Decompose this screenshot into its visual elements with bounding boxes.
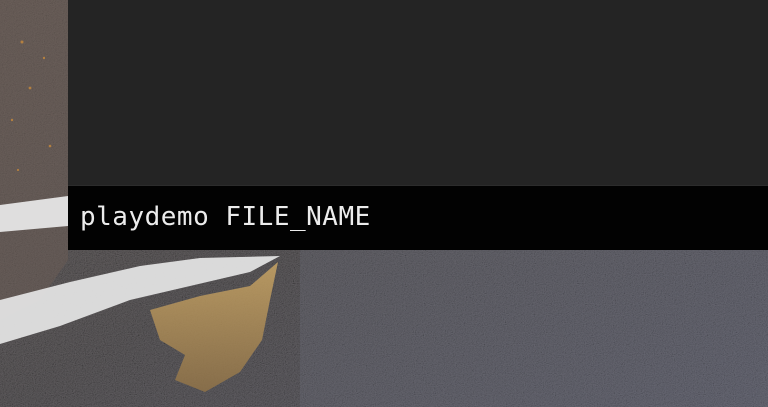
- console-command-text: playdemo FILE_NAME: [80, 202, 371, 232]
- ground-patch-brown: [0, 0, 68, 320]
- ground-patch-blue: [300, 250, 768, 407]
- console-output-area[interactable]: [68, 0, 768, 186]
- developer-console: playdemo FILE_NAME: [68, 0, 768, 250]
- console-input-field[interactable]: playdemo FILE_NAME: [68, 186, 768, 250]
